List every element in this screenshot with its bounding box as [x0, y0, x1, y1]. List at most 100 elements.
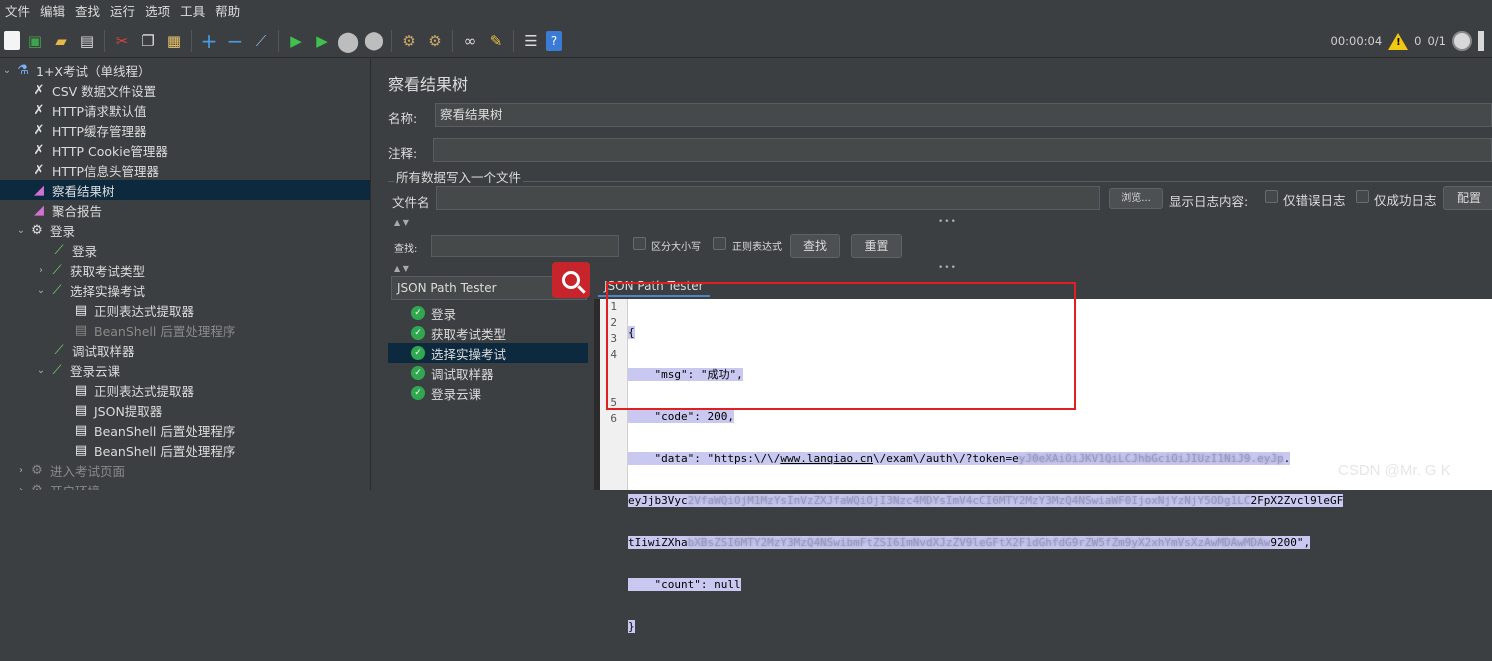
vertical-splitter[interactable] — [372, 59, 380, 490]
split-divider-1[interactable]: ▲ ▼ ••• — [388, 217, 1492, 228]
binoculars-icon[interactable]: ∞ — [459, 30, 481, 52]
clear-icon[interactable]: ⚙ — [398, 30, 420, 52]
help-icon[interactable]: ? — [546, 30, 562, 51]
paste-icon[interactable]: ▦ — [163, 30, 185, 52]
regex-checkbox[interactable] — [713, 237, 726, 250]
search-input[interactable] — [431, 235, 619, 257]
templates-icon[interactable]: ▣ — [24, 30, 46, 52]
tree-item-label: BeanShell 后置处理程序 — [94, 443, 236, 459]
errors-only-checkbox[interactable] — [1265, 190, 1278, 203]
pipette-icon: ⟋ — [52, 262, 62, 278]
wrench-icon: ✗ — [33, 122, 45, 138]
result-label: 登录云课 — [431, 386, 482, 402]
tree-item-label: 1+X考试（单线程） — [36, 63, 151, 79]
search-icon[interactable] — [552, 262, 590, 298]
chevron-down-icon[interactable]: ⌄ — [34, 365, 48, 376]
tree-item-enter-exam[interactable]: › ⚙ 进入考试页面 — [14, 460, 125, 480]
tree-item-select-exam[interactable]: ⌄ ⟋ 选择实操考试 — [34, 280, 145, 300]
new-icon[interactable] — [4, 31, 20, 50]
chevron-right-icon[interactable]: › — [34, 265, 48, 276]
copy-icon[interactable]: ❐ — [137, 30, 159, 52]
menu-file[interactable]: 文件 — [0, 0, 35, 24]
chevron-down-icon[interactable]: ⌄ — [0, 65, 14, 76]
save-icon[interactable]: ▤ — [76, 30, 98, 52]
tree-item-login[interactable]: ⟋ 登录 — [50, 240, 97, 260]
log-content-label: 显示日志内容: — [1169, 194, 1249, 209]
tree-item-json-extractor[interactable]: ▤ JSON提取器 — [72, 400, 162, 420]
errors-only-label: 仅错误日志 — [1283, 193, 1346, 208]
result-item[interactable]: ✓ 获取考试类型 — [388, 323, 588, 343]
start-icon[interactable]: ▶ — [285, 30, 307, 52]
chevron-right-icon[interactable]: › — [14, 485, 28, 491]
remote-globe-icon[interactable] — [1452, 31, 1472, 51]
code-line: 2FpX2Zvcl9leGF — [1250, 494, 1344, 507]
blurred-token: yJ0eXAiOiJKV1QiLCJhbGciOiJIUzI1NiJ9.eyJp — [1018, 452, 1284, 465]
result-label: 选择实操考试 — [431, 346, 507, 362]
function-helper-icon[interactable]: ☰ — [520, 30, 542, 52]
check-shield-icon: ✓ — [411, 386, 425, 400]
comment-field[interactable] — [433, 138, 1492, 162]
comment-label: 注释: — [388, 146, 418, 161]
result-item[interactable]: ✓ 调试取样器 — [388, 363, 588, 383]
config-button[interactable]: 配置 — [1443, 186, 1492, 210]
url-link[interactable]: www.lanqiao.cn — [780, 452, 874, 465]
tree-item-start-env[interactable]: ›⚙ 开启环境 — [14, 480, 100, 491]
tree-item-view-results-tree[interactable]: ◢ 察看结果树 — [0, 180, 370, 200]
result-item[interactable]: ✓ 登录 — [388, 303, 588, 323]
warning-icon[interactable]: ! — [1388, 32, 1409, 50]
start-no-pause-icon[interactable]: ▶ — [311, 30, 333, 52]
broom-icon[interactable]: ✎ — [485, 30, 507, 52]
tree-item-csv[interactable]: ✗ CSV 数据文件设置 — [30, 80, 157, 100]
browse-button[interactable]: 浏览... — [1109, 188, 1163, 209]
tree-item-get-exam-type[interactable]: › ⟋ 获取考试类型 — [34, 260, 145, 280]
toolbar: ▣ ▰ ▤ ✂ ❐ ▦ + − ⟋ ▶ ▶ ⬤ ⬤ ⚙ ⚙ ∞ ✎ ☰ ? 00… — [0, 24, 1492, 58]
clear-all-icon[interactable]: ⚙ — [424, 30, 446, 52]
shutdown-icon[interactable]: ⬤ — [363, 30, 385, 52]
menu-tools[interactable]: 工具 — [175, 0, 210, 24]
tree-item-test-plan[interactable]: ⌄ ⚗ 1+X考试（单线程） — [0, 60, 151, 80]
tree-item-login-group[interactable]: ⌄ ⚙ 登录 — [14, 220, 75, 240]
stop-icon[interactable]: ⬤ — [337, 29, 359, 53]
chevron-right-icon[interactable]: › — [14, 465, 28, 476]
tree-item-label: HTTP Cookie管理器 — [52, 143, 168, 159]
annotation-red-box — [606, 282, 1076, 410]
success-only-checkbox[interactable] — [1356, 190, 1369, 203]
result-item[interactable]: ✓ 登录云课 — [388, 383, 588, 403]
toggle-icon[interactable]: ⟋ — [250, 30, 272, 52]
result-item-selected[interactable]: ✓ 选择实操考试 — [388, 343, 588, 363]
tree-item-beanshell-1[interactable]: ▤ BeanShell 后置处理程序 — [72, 420, 235, 440]
tree-item-http-header[interactable]: ✗ HTTP信息头管理器 — [30, 160, 159, 180]
menu-edit[interactable]: 编辑 — [35, 0, 70, 24]
tree-item-aggregate-report[interactable]: ◢ 聚合报告 — [30, 200, 102, 220]
menu-options[interactable]: 选项 — [140, 0, 175, 24]
line-number: 6 — [610, 412, 617, 425]
tree-item-label: 登录 — [72, 243, 98, 259]
tree-item-http-cache[interactable]: ✗ HTTP缓存管理器 — [30, 120, 147, 140]
menu-help[interactable]: 帮助 — [210, 0, 245, 24]
tree-item-debug-sampler[interactable]: ⟋ 调试取样器 — [50, 340, 134, 360]
tree-item-beanshell-disabled[interactable]: ▤ BeanShell 后置处理程序 — [72, 320, 235, 340]
menu-search[interactable]: 查找 — [70, 0, 105, 24]
chevron-down-icon[interactable]: ⌄ — [34, 285, 48, 296]
collapse-icon[interactable]: − — [224, 29, 246, 53]
tree-item-http-defaults[interactable]: ✗ HTTP请求默认值 — [30, 100, 147, 120]
name-field[interactable]: 察看结果树 — [435, 103, 1492, 127]
case-sensitive-checkbox[interactable] — [633, 237, 646, 250]
tree-item-login-cloud[interactable]: ⌄ ⟋ 登录云课 — [34, 360, 120, 380]
check-shield-icon: ✓ — [411, 326, 425, 340]
chevron-down-icon[interactable]: ⌄ — [14, 225, 28, 236]
open-icon[interactable]: ▰ — [50, 30, 72, 52]
cut-icon[interactable]: ✂ — [111, 30, 133, 52]
tree-item-beanshell-2[interactable]: ▤ BeanShell 后置处理程序 — [72, 440, 235, 460]
reset-button[interactable]: 重置 — [851, 234, 902, 258]
file-name-input[interactable] — [436, 186, 1100, 210]
find-button[interactable]: 查找 — [790, 234, 840, 258]
expand-icon[interactable]: + — [198, 29, 220, 53]
tree-item-label: 开启环境 — [50, 481, 100, 491]
gear-icon: ⚙ — [31, 222, 43, 238]
tree-item-regex-extractor[interactable]: ▤ 正则表达式提取器 — [72, 300, 194, 320]
toolbar-separator — [452, 29, 453, 52]
tree-item-http-cookie[interactable]: ✗ HTTP Cookie管理器 — [30, 140, 168, 160]
tree-item-regex-extractor-2[interactable]: ▤ 正则表达式提取器 — [72, 380, 194, 400]
menu-run[interactable]: 运行 — [105, 0, 140, 24]
